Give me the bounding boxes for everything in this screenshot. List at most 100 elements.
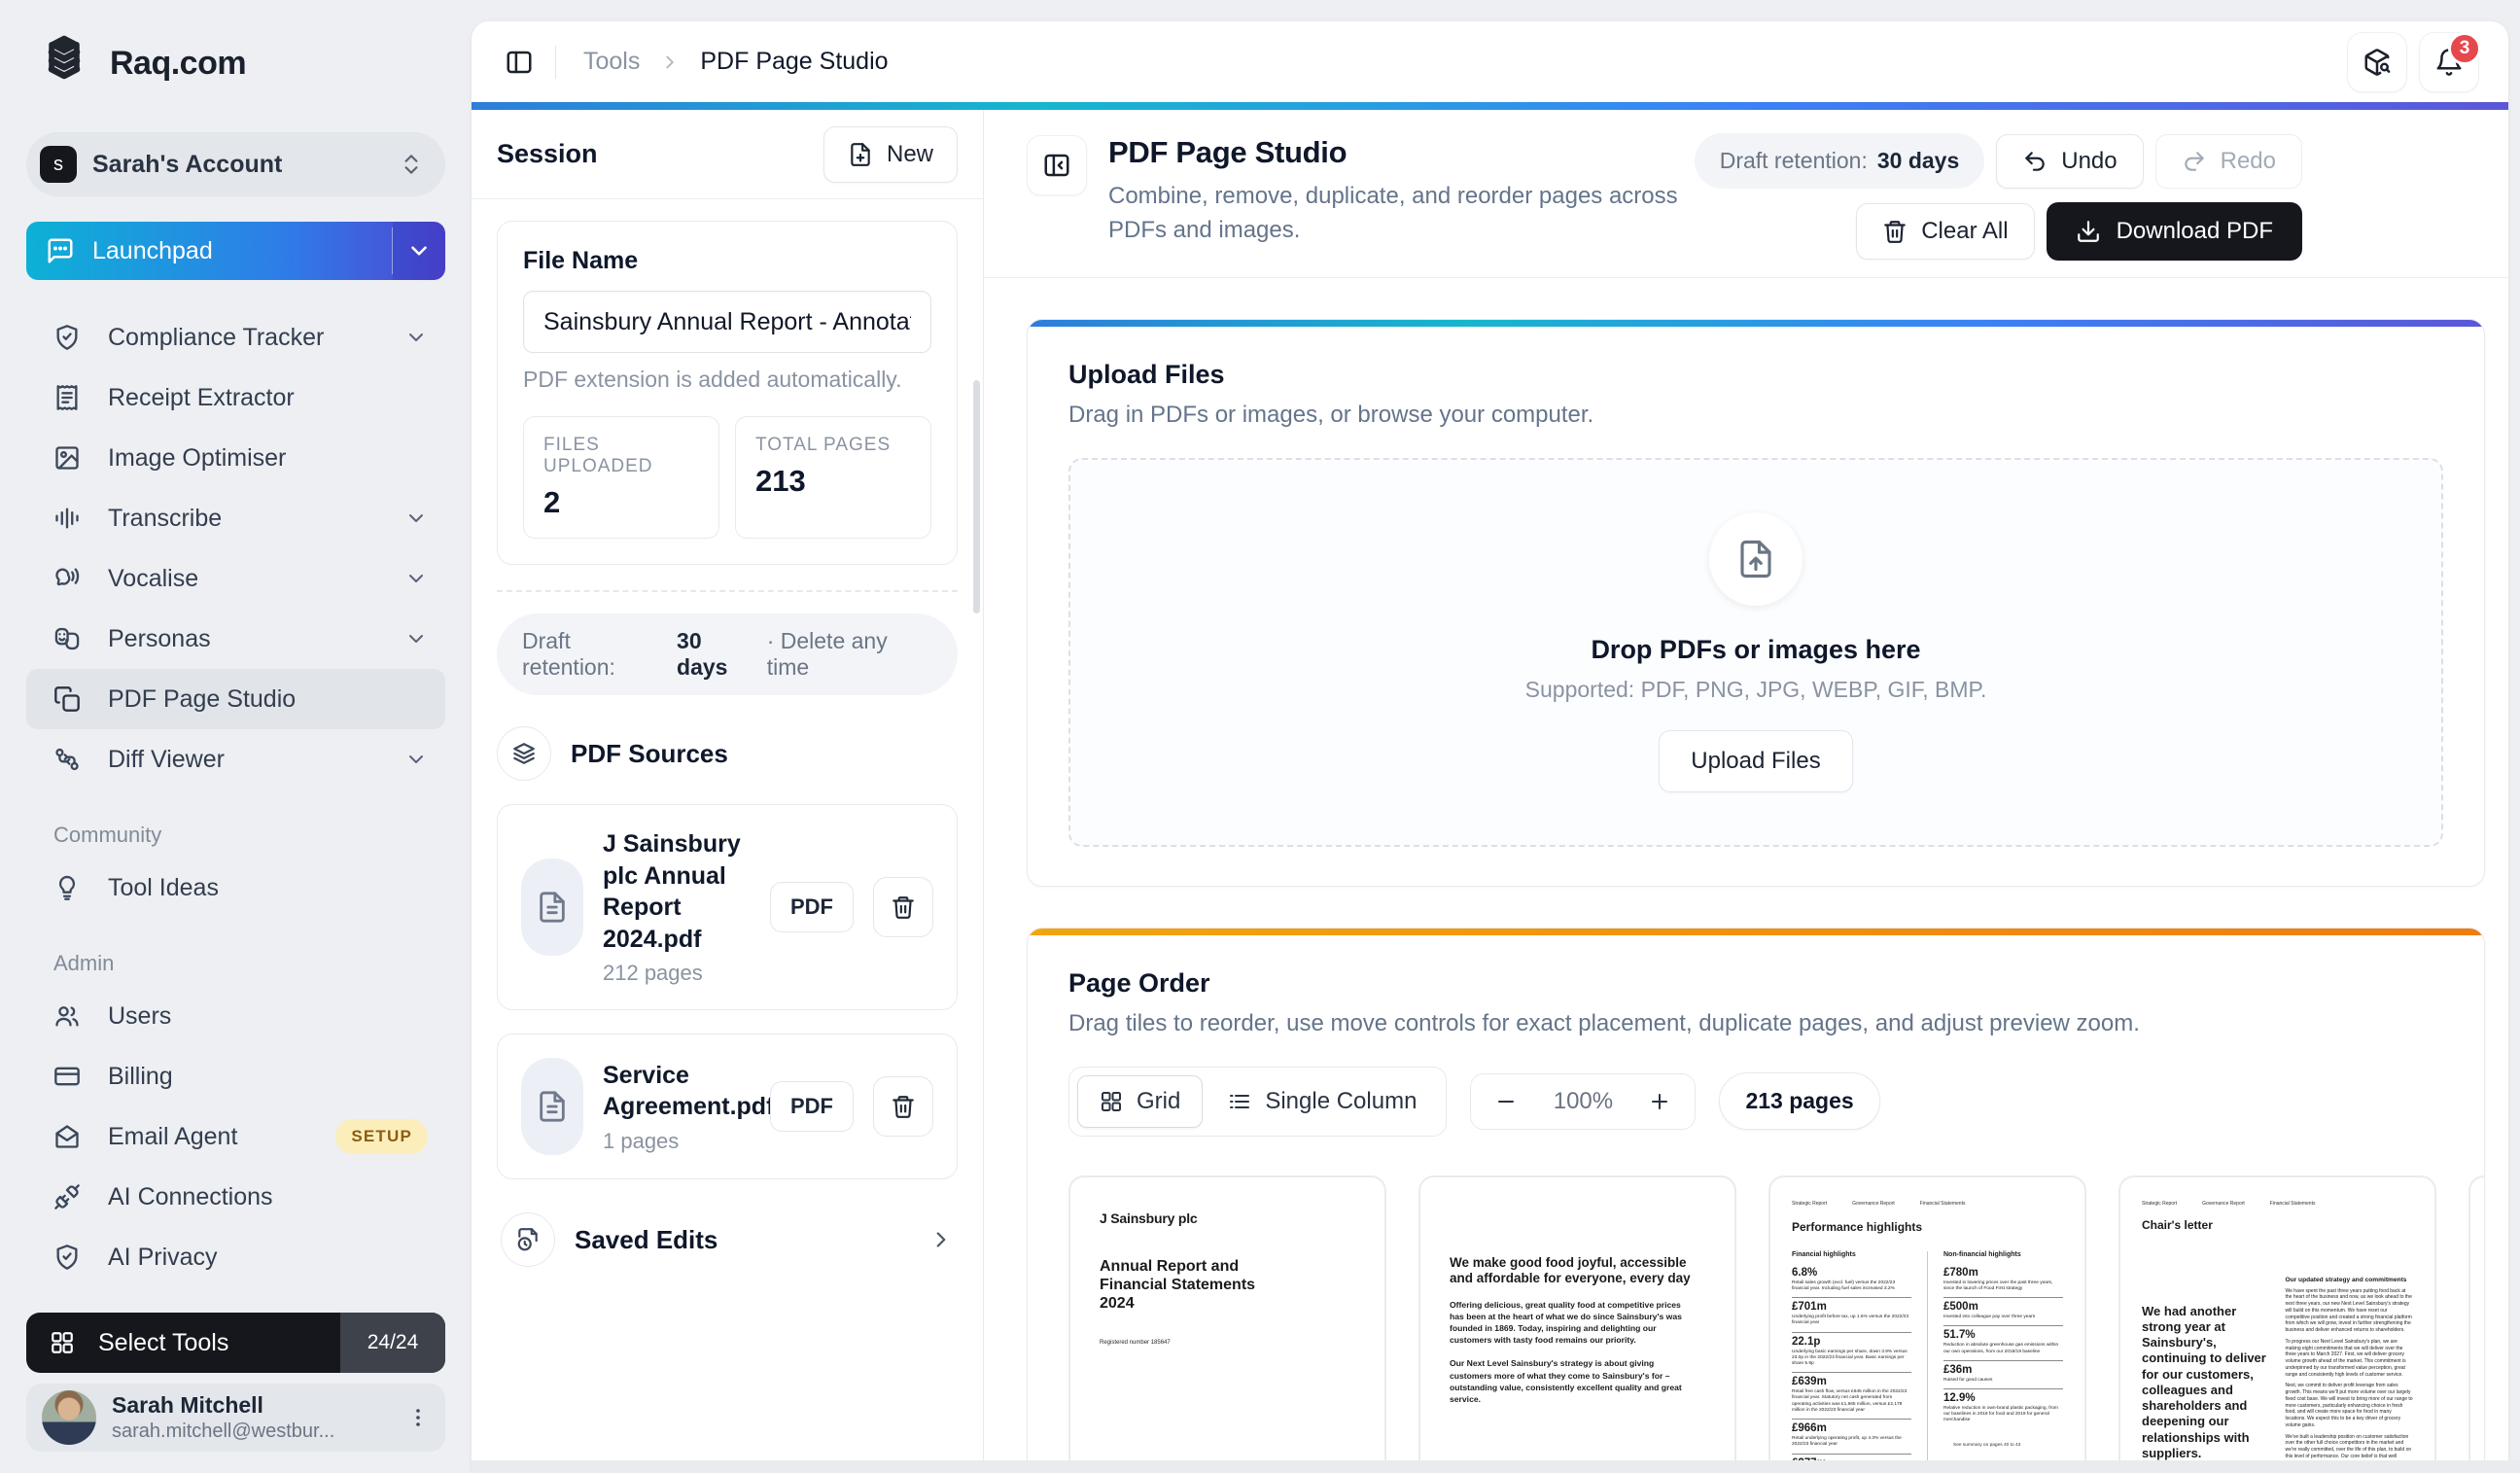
tile-mini-nav: Strategic Report Governance Report Finan… (1792, 1200, 1966, 1207)
notifications-button[interactable]: 3 (2419, 31, 2481, 92)
session-scrollbar[interactable] (973, 380, 980, 614)
download-icon (2076, 219, 2101, 244)
history-icon (501, 1212, 555, 1267)
horizontal-scrollbar-track[interactable] (472, 1460, 2520, 1473)
user-name: Sarah Mitchell (112, 1392, 263, 1419)
single-column-view-button[interactable]: Single Column (1207, 1076, 1438, 1127)
trash-icon (1882, 219, 1908, 244)
saved-edits-label: Saved Edits (575, 1224, 718, 1254)
tile-cover-brand: J Sainsbury plc (1100, 1210, 1198, 1226)
topbar: Tools PDF Page Studio 3 (472, 21, 2508, 102)
file-text-icon (521, 1058, 583, 1155)
sidebar-item-vocalise[interactable]: Vocalise (26, 548, 445, 609)
chevrons-up-down-icon (399, 152, 424, 177)
main-window: Tools PDF Page Studio 3 Session New File… (472, 21, 2508, 1473)
account-switcher[interactable]: s Sarah's Account (26, 132, 445, 196)
chevron-down-icon (404, 627, 428, 650)
kebab-menu-icon[interactable] (406, 1406, 430, 1429)
content-area: PDF Page Studio Combine, remove, duplica… (984, 110, 2508, 1473)
sidebar-item-tool-ideas[interactable]: Tool Ideas (26, 858, 445, 918)
mail-open-icon (53, 1123, 81, 1150)
drop-supported-formats: Supported: PDF, PNG, JPG, WEBP, GIF, BMP… (1524, 676, 1987, 702)
accent-gradient-line (472, 102, 2508, 110)
pages-count-badge: 213 pages (1719, 1072, 1880, 1131)
redo-button[interactable]: Redo (2154, 133, 2302, 189)
page-tiles-row: J Sainsbury plc Annual Report and Financ… (1068, 1175, 2484, 1473)
clear-all-button[interactable]: Clear All (1856, 203, 2035, 260)
source-file-name: J Sainsbury plc Annual Report 2024.pdf (603, 830, 741, 953)
file-dropzone[interactable]: Drop PDFs or images here Supported: PDF,… (1068, 457, 2443, 847)
sidebar-item-personas[interactable]: Personas (26, 609, 445, 669)
draft-retention-chip: Draft retention: 30 days (1694, 133, 1985, 189)
undo-icon (2022, 149, 2048, 174)
source-card[interactable]: Service Agreement.pdf 1 pages PDF (497, 1034, 958, 1179)
upload-files-button[interactable]: Upload Files (1659, 729, 1853, 792)
account-name: Sarah's Account (92, 150, 283, 178)
delete-source-button[interactable] (873, 877, 933, 937)
file-text-icon (521, 859, 583, 956)
sidebar-item-transcribe[interactable]: Transcribe (26, 488, 445, 548)
page-order-card: Page Order Drag tiles to reorder, use mo… (1027, 927, 2485, 1473)
page-tile-4[interactable]: Strategic Report Governance Report Finan… (2118, 1175, 2436, 1473)
view-mode-segmented-control: Grid Single Column (1068, 1066, 1448, 1137)
user-card[interactable]: Sarah Mitchell sarah.mitchell@westbur... (26, 1384, 445, 1452)
page-tile-1[interactable]: J Sainsbury plc Annual Report and Financ… (1068, 1175, 1386, 1473)
breadcrumb-chevron-icon (659, 52, 681, 73)
file-plus-icon (848, 142, 873, 167)
sidebar-toggle-button[interactable] (497, 40, 542, 85)
file-name-input[interactable] (523, 291, 931, 353)
sidebar-item-image-optimiser[interactable]: Image Optimiser (26, 428, 445, 488)
undo-button[interactable]: Undo (1996, 133, 2144, 189)
page-tile-partial[interactable] (2468, 1175, 2484, 1473)
source-page-count: 1 pages (603, 1128, 680, 1153)
select-tools-button[interactable]: Select Tools 24/24 (26, 1313, 445, 1373)
file-name-card: File Name PDF extension is added automat… (497, 221, 958, 565)
launchpad-expand-button[interactable] (393, 222, 445, 280)
new-session-button[interactable]: New (822, 125, 958, 183)
shield-check-icon (53, 324, 81, 351)
download-pdf-button[interactable]: Download PDF (2046, 202, 2302, 261)
notification-count-badge: 3 (2448, 31, 2481, 65)
upload-files-card: Upload Files Drag in PDFs or images, or … (1027, 318, 2485, 887)
page-order-title: Page Order (1068, 967, 1210, 998)
grid-view-button[interactable]: Grid (1077, 1074, 1204, 1128)
panel-collapse-button[interactable] (1027, 135, 1087, 195)
sidebar-item-diff-viewer[interactable]: Diff Viewer (26, 729, 445, 789)
chat-bubble-icon (46, 236, 75, 265)
sidebar-item-pdf-page-studio[interactable]: PDF Page Studio (26, 669, 445, 729)
saved-edits-row[interactable]: Saved Edits (497, 1212, 958, 1267)
layout-grid-icon (50, 1330, 75, 1355)
page-tile-3[interactable]: Strategic Report Governance Report Finan… (1768, 1175, 2086, 1473)
zoom-in-button[interactable] (1648, 1090, 1671, 1113)
session-title: Session (497, 139, 598, 168)
sidebar-item-email-agent[interactable]: Email Agent SETUP (26, 1106, 445, 1167)
sidebar-item-ai-connections[interactable]: AI Connections (26, 1167, 445, 1227)
list-icon (1228, 1090, 1251, 1113)
page-title: PDF Page Studio (1108, 135, 1348, 169)
setup-badge: SETUP (335, 1119, 428, 1154)
sidebar-item-compliance-tracker[interactable]: Compliance Tracker (26, 307, 445, 368)
speech-icon (53, 565, 81, 592)
draft-retention-pill: Draft retention: 30 days · Delete any ti… (497, 614, 958, 695)
sidebar-item-users[interactable]: Users (26, 986, 445, 1046)
files-uploaded-stat: FILES UPLOADED 2 (523, 416, 719, 539)
tile-mini-nav: Strategic Report Governance Report Finan… (2142, 1200, 2316, 1207)
launchpad-label: Launchpad (92, 236, 213, 264)
sidebar-item-billing[interactable]: Billing (26, 1046, 445, 1106)
breadcrumb-tools[interactable]: Tools (583, 48, 640, 76)
grid-icon (1100, 1090, 1123, 1113)
page-tile-2[interactable]: We make good food joyful, accessible and… (1418, 1175, 1736, 1473)
drop-title: Drop PDFs or images here (1591, 634, 1921, 664)
delete-source-button[interactable] (873, 1076, 933, 1137)
pdf-sources-title: PDF Sources (571, 738, 728, 768)
redo-icon (2182, 149, 2207, 174)
sidebar-item-ai-privacy[interactable]: AI Privacy (26, 1227, 445, 1287)
git-compare-icon (53, 746, 81, 773)
source-card[interactable]: J Sainsbury plc Annual Report 2024.pdf 2… (497, 804, 958, 1010)
zoom-out-button[interactable] (1494, 1090, 1518, 1113)
package-search-button[interactable] (2347, 31, 2407, 92)
source-file-name: Service Agreement.pdf (603, 1061, 775, 1121)
pages-copy-icon (53, 685, 81, 713)
launchpad-button[interactable]: Launchpad (26, 222, 445, 280)
sidebar-item-receipt-extractor[interactable]: Receipt Extractor (26, 368, 445, 428)
